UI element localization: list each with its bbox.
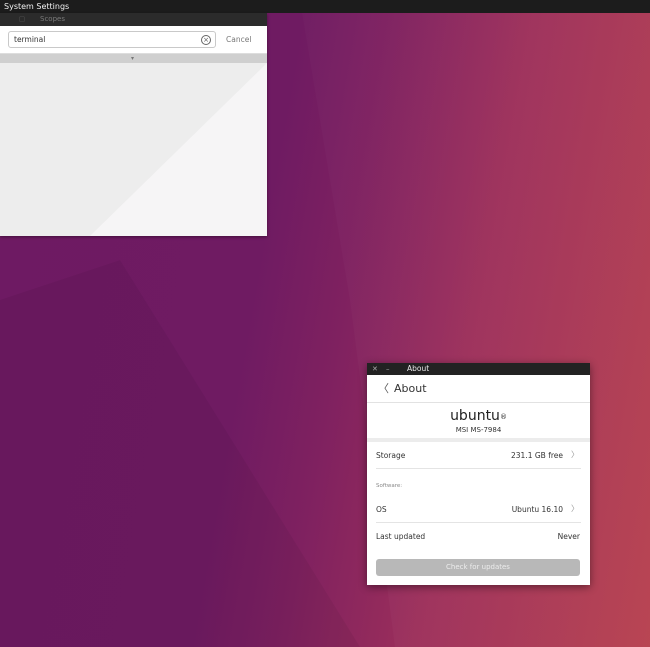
row-divider [376, 468, 581, 469]
collapse-handle[interactable]: ▾ [0, 54, 267, 63]
system-settings-window: ▢ Scopes terminal × Cancel ▾ [0, 13, 267, 236]
last-updated-row: Last updated Never [367, 523, 590, 550]
window-title: About [407, 364, 430, 373]
search-results-area [0, 63, 267, 236]
top-panel: System Settings [0, 0, 650, 13]
collapse-handle-icon: ▾ [131, 55, 135, 62]
software-section-header: Software: [376, 483, 403, 489]
brand-block: ubuntu® MSI MS-7984 [367, 404, 590, 438]
storage-label: Storage [376, 451, 406, 460]
ubuntu-logo: ubuntu® [367, 407, 590, 425]
storage-row[interactable]: Storage 231.1 GB free 〉 [367, 442, 590, 469]
last-updated-label: Last updated [376, 532, 426, 541]
brand-registered-mark: ® [499, 413, 507, 421]
scopes-label[interactable]: Scopes [40, 14, 65, 25]
results-background-shade [90, 63, 267, 236]
page-title: About [394, 382, 427, 395]
about-page-header: 〈 About [367, 375, 590, 403]
clear-search-icon[interactable]: × [201, 35, 211, 45]
last-updated-value: Never [557, 532, 580, 541]
storage-value: 231.1 GB free [511, 451, 563, 460]
settings-header-bar: ▢ Scopes [0, 13, 267, 26]
about-titlebar: ✕ – About [367, 363, 590, 375]
search-input[interactable]: terminal × [8, 31, 216, 48]
close-icon[interactable]: ✕ [372, 363, 378, 375]
os-value: Ubuntu 16.10 [511, 505, 563, 514]
app-title: System Settings [4, 2, 70, 11]
back-chevron-icon[interactable]: 〈 [378, 381, 389, 396]
scopes-icon[interactable]: ▢ [18, 15, 26, 23]
check-for-updates-button[interactable]: Check for updates [376, 559, 580, 576]
minimize-icon[interactable]: – [386, 363, 390, 375]
os-row[interactable]: OS Ubuntu 16.10 〉 [367, 496, 590, 523]
cancel-button[interactable]: Cancel [226, 34, 251, 46]
device-model: MSI MS-7984 [455, 426, 502, 434]
search-input-value: terminal [14, 35, 46, 44]
chevron-right-icon: 〉 [571, 450, 579, 459]
chevron-right-icon: 〉 [571, 504, 579, 513]
os-label: OS [376, 505, 387, 514]
search-row: terminal × Cancel [0, 26, 267, 54]
brand-name: ubuntu [450, 408, 500, 424]
about-window: ✕ – About 〈 About ubuntu® MSI MS-7984 St… [367, 363, 590, 585]
